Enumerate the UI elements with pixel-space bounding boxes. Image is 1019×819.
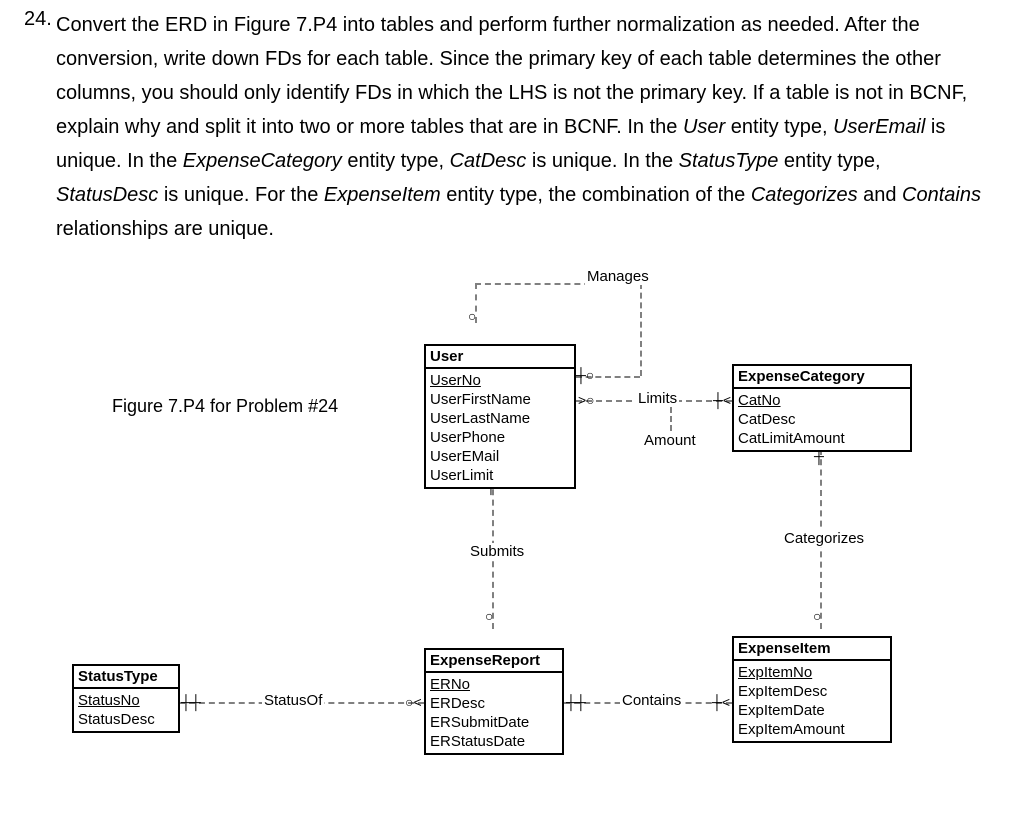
qt-categorizes: Categorizes <box>751 184 858 206</box>
submits-card-top: ┼ <box>486 479 496 493</box>
qt-p1f: entity type, <box>778 150 880 172</box>
limits-card-left: >○ <box>578 393 595 407</box>
entity-ei-attrs: ExpItemNo ExpItemDesc ExpItemDate ExpIte… <box>734 661 890 741</box>
qt-p1h: entity type, the combination of the <box>441 184 751 206</box>
entity-ei-attr-2: ExpItemAmount <box>738 720 886 739</box>
manages-line-h2 <box>576 376 640 378</box>
statusof-label: StatusOf <box>262 692 324 709</box>
entity-expcat-attr-0: CatDesc <box>738 410 906 429</box>
entity-expcat-title: ExpenseCategory <box>734 366 910 389</box>
limits-card-right: ┼< <box>713 393 731 407</box>
entity-user-attr-4: UserLimit <box>430 466 570 485</box>
entity-er-attrs: ERNo ERDesc ERSubmitDate ERStatusDate <box>426 673 562 753</box>
qt-p1i: and <box>858 184 902 206</box>
entity-user-title: User <box>426 346 574 369</box>
limits-label: Limits <box>636 390 679 407</box>
qt-statustype: StatusType <box>679 150 779 172</box>
manages-card-one: ┼○ <box>576 368 594 382</box>
question-number: 24. <box>24 8 52 31</box>
entity-er-attr-1: ERSubmitDate <box>430 713 558 732</box>
limits-attr-label: Amount <box>644 432 696 449</box>
entity-user-attr-3: UserEMail <box>430 447 570 466</box>
entity-expense-item: ExpenseItem ExpItemNo ExpItemDesc ExpIte… <box>732 636 892 743</box>
entity-statustype-pk: StatusNo <box>78 691 174 710</box>
page-root: 24. Convert the ERD in Figure 7.P4 into … <box>0 0 1019 819</box>
statusof-card-right: ○< <box>405 695 422 709</box>
limits-line <box>576 400 732 402</box>
entity-user-pk: UserNo <box>430 371 570 390</box>
manages-card-many: ○ <box>466 313 480 321</box>
qt-p1g: is unique. For the <box>158 184 324 206</box>
manages-line-v1 <box>475 283 477 323</box>
entity-expcat-pk: CatNo <box>738 391 906 410</box>
entity-ei-pk: ExpItemNo <box>738 663 886 682</box>
manages-line-v2 <box>640 283 642 376</box>
statusof-card-left: ┼┼ <box>181 695 201 709</box>
entity-ei-attr-1: ExpItemDate <box>738 701 886 720</box>
entity-user-attr-0: UserFirstName <box>430 390 570 409</box>
qt-expcat: ExpenseCategory <box>183 150 342 172</box>
manages-line-h1 <box>475 283 640 285</box>
manages-label: Manages <box>585 268 651 285</box>
categorizes-label: Categorizes <box>782 530 866 547</box>
qt-catdesc: CatDesc <box>450 150 527 172</box>
qt-p1e: is unique. In the <box>526 150 678 172</box>
submits-card-bottom: ○ <box>483 613 497 621</box>
contains-card-left: ┼┼ <box>566 695 586 709</box>
limits-attr-line <box>670 407 672 431</box>
contains-line <box>564 702 732 704</box>
contains-label: Contains <box>620 692 683 709</box>
question-text: Convert the ERD in Figure 7.P4 into tabl… <box>56 8 987 246</box>
categorizes-card-top: ┼ <box>814 449 824 463</box>
entity-user: User UserNo UserFirstName UserLastName U… <box>424 344 576 489</box>
entity-statustype-attr-0: StatusDesc <box>78 710 174 729</box>
qt-expitem: ExpenseItem <box>324 184 441 206</box>
categorizes-card-bot: ○ <box>811 613 825 621</box>
entity-expcat-attrs: CatNo CatDesc CatLimitAmount <box>734 389 910 450</box>
qt-statusdesc: StatusDesc <box>56 184 158 206</box>
entity-user-attrs: UserNo UserFirstName UserLastName UserPh… <box>426 369 574 487</box>
entity-er-pk: ERNo <box>430 675 558 694</box>
entity-statustype-title: StatusType <box>74 666 178 689</box>
entity-er-attr-2: ERStatusDate <box>430 732 558 751</box>
entity-user-attr-2: UserPhone <box>430 428 570 447</box>
entity-expense-report: ExpenseReport ERNo ERDesc ERSubmitDate E… <box>424 648 564 755</box>
qt-user: User <box>683 116 725 138</box>
entity-ei-title: ExpenseItem <box>734 638 890 661</box>
entity-er-attr-0: ERDesc <box>430 694 558 713</box>
qt-contains: Contains <box>902 184 981 206</box>
statusof-line <box>179 702 424 704</box>
qt-p1j: relationships are unique. <box>56 218 274 240</box>
qt-useremail: UserEmail <box>833 116 925 138</box>
qt-p1b: entity type, <box>725 116 833 138</box>
entity-expcat-attr-1: CatLimitAmount <box>738 429 906 448</box>
qt-p1d: entity type, <box>342 150 450 172</box>
submits-label: Submits <box>468 543 526 560</box>
submits-line <box>492 479 494 629</box>
entity-ei-attr-0: ExpItemDesc <box>738 682 886 701</box>
entity-expense-category: ExpenseCategory CatNo CatDesc CatLimitAm… <box>732 364 912 452</box>
entity-status-type: StatusType StatusNo StatusDesc <box>72 664 180 733</box>
categorizes-line <box>820 449 822 629</box>
entity-statustype-attrs: StatusNo StatusDesc <box>74 689 178 731</box>
entity-er-title: ExpenseReport <box>426 650 562 673</box>
entity-user-attr-1: UserLastName <box>430 409 570 428</box>
contains-card-right: ┼< <box>712 695 730 709</box>
figure-caption: Figure 7.P4 for Problem #24 <box>112 396 338 417</box>
